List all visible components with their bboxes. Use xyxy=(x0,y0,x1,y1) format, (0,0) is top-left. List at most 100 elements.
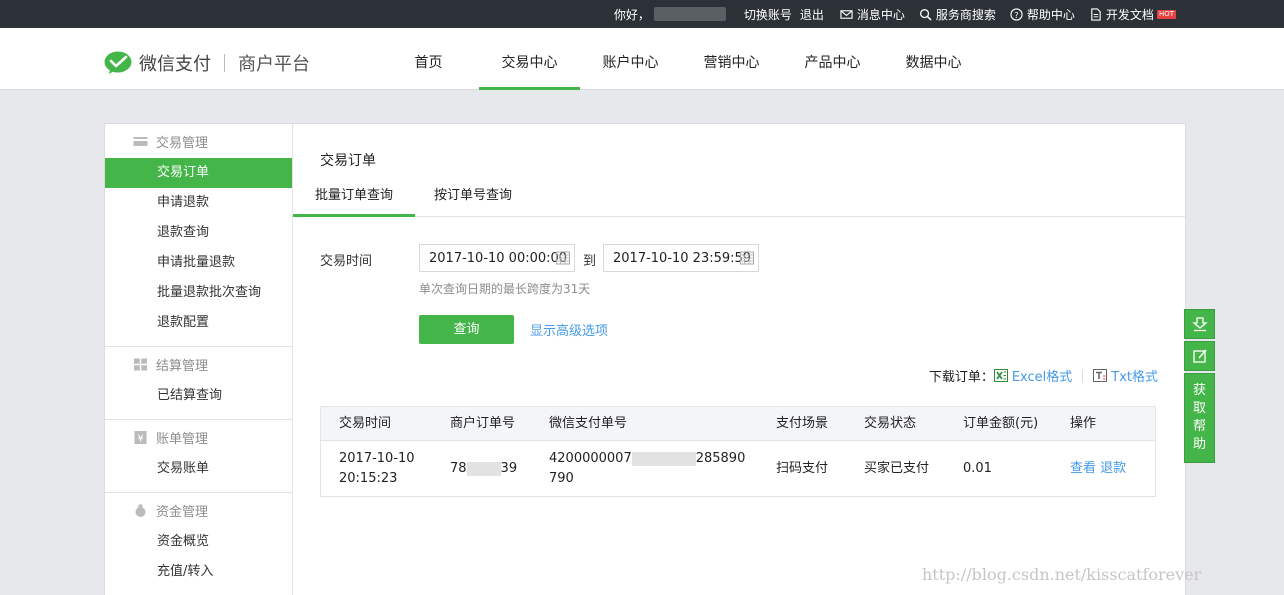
wx-no-prefix: 4200000007 xyxy=(549,451,632,466)
sidebar-item-batch-refund-query[interactable]: 批量退款批次查询 xyxy=(105,278,292,308)
help-char: 获 xyxy=(1192,383,1206,398)
cell-actions: 查看 退款 xyxy=(1070,459,1126,479)
grid-icon xyxy=(134,358,147,370)
nav-data-center[interactable]: 数据中心 xyxy=(883,28,984,90)
wechat-pay-logo-icon xyxy=(104,51,132,74)
greeting: 你好， xyxy=(614,6,730,23)
end-date-input[interactable]: 2017-10-10 23:59:59 xyxy=(603,244,759,272)
question-icon: ? xyxy=(1010,7,1023,21)
end-date-value: 2017-10-10 23:59:59 xyxy=(613,250,752,266)
sidebar-item-funds-overview[interactable]: 资金概览 xyxy=(105,527,292,557)
calendar-icon[interactable] xyxy=(740,251,754,265)
edit-icon xyxy=(1192,349,1207,363)
header: 微信支付 商户平台 首页 交易中心 账户中心 营销中心 产品中心 数据中心 xyxy=(0,28,1284,90)
query-button[interactable]: 查询 xyxy=(419,315,514,344)
nav-marketing-center[interactable]: 营销中心 xyxy=(681,28,782,90)
help-center-link[interactable]: ? 帮助中心 xyxy=(1010,6,1075,23)
date-range-separator: 到 xyxy=(583,254,597,269)
sidebar-group-trade: 交易管理 交易订单 申请退款 退款查询 申请批量退款 批量退款批次查询 退款配置 xyxy=(105,124,292,347)
refund-link[interactable]: 退款 xyxy=(1100,461,1126,476)
col-merchant-order-no: 商户订单号 xyxy=(450,416,516,431)
sidebar-group-settlement: 结算管理 已结算查询 xyxy=(105,347,292,420)
merchant-no-suffix: 39 xyxy=(500,461,518,476)
col-actions: 操作 xyxy=(1070,416,1097,431)
greeting-text: 你好， xyxy=(613,7,650,22)
col-wxpay-no: 微信支付单号 xyxy=(549,416,628,431)
sidebar: 交易管理 交易订单 申请退款 退款查询 申请批量退款 批量退款批次查询 退款配置… xyxy=(105,124,293,595)
sidebar-item-batch-refund[interactable]: 申请批量退款 xyxy=(105,248,292,278)
col-pay-scene: 支付场景 xyxy=(776,416,829,431)
sidebar-group-title: 结算管理 xyxy=(105,347,292,381)
group-label: 交易管理 xyxy=(156,135,209,151)
get-help-button[interactable]: 获 取 帮 助 xyxy=(1184,373,1215,463)
messages-link[interactable]: 消息中心 xyxy=(840,6,905,23)
help-char: 助 xyxy=(1192,437,1206,452)
money-bag-icon xyxy=(135,504,146,517)
yuan-icon: ¥ xyxy=(134,430,147,444)
nav-account-center[interactable]: 账户中心 xyxy=(580,28,681,90)
wx-no-suffix: 285890 xyxy=(695,451,746,466)
excel-icon xyxy=(993,369,1008,382)
txt-label: Txt格式 xyxy=(1111,370,1158,385)
svg-text:¥: ¥ xyxy=(137,433,143,444)
txt-icon xyxy=(1093,369,1108,382)
feedback-float-button[interactable] xyxy=(1184,341,1215,371)
trade-clock: 20:15:23 xyxy=(339,471,398,486)
messages-label: 消息中心 xyxy=(856,7,905,22)
download-excel-link[interactable]: Excel格式 xyxy=(993,366,1072,385)
download-divider xyxy=(1082,368,1084,383)
tab-order-no-query[interactable]: 按订单号查询 xyxy=(415,181,531,217)
group-label: 账单管理 xyxy=(156,431,209,447)
provider-search-label: 服务商搜索 xyxy=(935,7,996,22)
help-char: 帮 xyxy=(1192,419,1206,434)
download-label: 下载订单： xyxy=(928,370,994,385)
brand-name: 微信支付 xyxy=(139,54,211,75)
start-date-input[interactable]: 2017-10-10 00:00:00 xyxy=(419,244,575,272)
main-nav: 首页 交易中心 账户中心 营销中心 产品中心 数据中心 xyxy=(378,28,984,90)
username-masked xyxy=(653,7,726,21)
svg-text:?: ? xyxy=(1014,9,1018,19)
nav-home[interactable]: 首页 xyxy=(378,28,479,90)
switch-account-link[interactable]: 切换账号 xyxy=(744,6,792,23)
cell-pay-scene: 扫码支付 xyxy=(776,461,829,476)
nav-trade-center[interactable]: 交易中心 xyxy=(479,28,580,90)
sidebar-item-settled-query[interactable]: 已结算查询 xyxy=(105,381,292,411)
hot-badge: HOT xyxy=(1156,9,1176,19)
logo[interactable]: 微信支付 商户平台 xyxy=(104,50,310,76)
sidebar-item-trade-bill[interactable]: 交易账单 xyxy=(105,454,292,484)
download-icon xyxy=(1191,317,1208,332)
provider-search-link[interactable]: 服务商搜索 xyxy=(919,6,996,23)
col-trade-status: 交易状态 xyxy=(864,416,917,431)
platform-name: 商户平台 xyxy=(238,54,310,75)
query-tabs: 批量订单查询 按订单号查询 xyxy=(293,181,1185,217)
calendar-icon[interactable] xyxy=(556,251,570,265)
sidebar-group-title: 交易管理 xyxy=(105,124,292,158)
sidebar-group-title: 资金管理 xyxy=(105,493,292,527)
view-link[interactable]: 查看 xyxy=(1070,461,1096,476)
mail-icon xyxy=(840,9,853,19)
sidebar-item-trade-orders[interactable]: 交易订单 xyxy=(105,158,292,188)
floating-toolbar: 获 取 帮 助 xyxy=(1184,309,1215,465)
help-center-label: 帮助中心 xyxy=(1026,7,1075,22)
logout-link[interactable]: 退出 xyxy=(800,6,824,23)
sidebar-group-bill: ¥ 账单管理 交易账单 xyxy=(105,420,292,493)
date-span-hint: 单次查询日期的最长跨度为31天 xyxy=(419,282,591,296)
download-float-button[interactable] xyxy=(1184,309,1215,339)
content-area: 交易订单 批量订单查询 按订单号查询 交易时间 2017-10-10 00:00… xyxy=(293,124,1185,595)
table-header: 交易时间 商户订单号 微信支付单号 支付场景 交易状态 订单金额(元) 操作 xyxy=(321,407,1155,441)
download-txt-link[interactable]: Txt格式 xyxy=(1093,366,1158,385)
cell-amount: 0.01 xyxy=(963,461,992,476)
search-icon xyxy=(919,8,932,21)
orders-table: 交易时间 商户订单号 微信支付单号 支付场景 交易状态 订单金额(元) 操作 2… xyxy=(320,406,1156,497)
sidebar-item-apply-refund[interactable]: 申请退款 xyxy=(105,188,292,218)
dev-docs-link[interactable]: 开发文档 HOT xyxy=(1089,6,1176,23)
start-date-value: 2017-10-10 00:00:00 xyxy=(429,250,568,266)
col-trade-time: 交易时间 xyxy=(339,416,392,431)
advanced-options-link[interactable]: 显示高级选项 xyxy=(530,320,608,339)
nav-product-center[interactable]: 产品中心 xyxy=(782,28,883,90)
sidebar-item-refund-config[interactable]: 退款配置 xyxy=(105,308,292,338)
tab-batch-query[interactable]: 批量订单查询 xyxy=(293,181,415,217)
sidebar-item-refund-query[interactable]: 退款查询 xyxy=(105,218,292,248)
sidebar-item-recharge[interactable]: 充值/转入 xyxy=(105,557,292,587)
masked-segment xyxy=(631,451,696,466)
